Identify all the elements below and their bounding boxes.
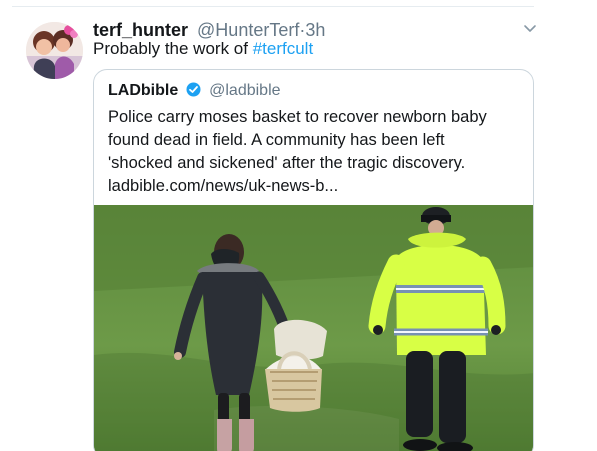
quoted-text-line: found dead in field. A community has bee… xyxy=(108,131,445,149)
quoted-text-line: 'shocked and sickened' after the tragic … xyxy=(108,154,466,172)
quoted-handle[interactable]: @ladbible xyxy=(209,82,280,99)
tweet-text: Probably the work of #terfcult xyxy=(93,37,313,60)
verified-badge-svg xyxy=(186,82,201,97)
quoted-display-name[interactable]: LADbible xyxy=(108,82,178,99)
tweet-page: terf_hunter @HunterTerf·3h Probably the … xyxy=(0,0,597,451)
avatar-image xyxy=(26,22,83,79)
quoted-text-line: Police carry moses basket to recover new… xyxy=(108,108,487,126)
quoted-tweet-image[interactable] xyxy=(94,205,533,451)
avatar[interactable] xyxy=(26,22,83,79)
chevron-down-icon-svg xyxy=(524,25,536,32)
quoted-tweet-header: LADbible @ladbible xyxy=(108,80,281,102)
hashtag-link[interactable]: #terfcult xyxy=(253,39,313,58)
field-scene-image xyxy=(94,205,533,451)
divider xyxy=(12,6,534,7)
tweet-text-prefix: Probably the work of xyxy=(93,39,253,58)
quoted-link[interactable]: ladbible.com/news/uk-news-b... xyxy=(108,175,523,198)
verified-badge-icon xyxy=(186,82,201,97)
quoted-tweet-text: Police carry moses basket to recover new… xyxy=(108,106,523,198)
quoted-tweet-card[interactable]: LADbible @ladbible Police carry moses ba… xyxy=(93,69,534,451)
chevron-down-icon[interactable] xyxy=(522,22,538,36)
